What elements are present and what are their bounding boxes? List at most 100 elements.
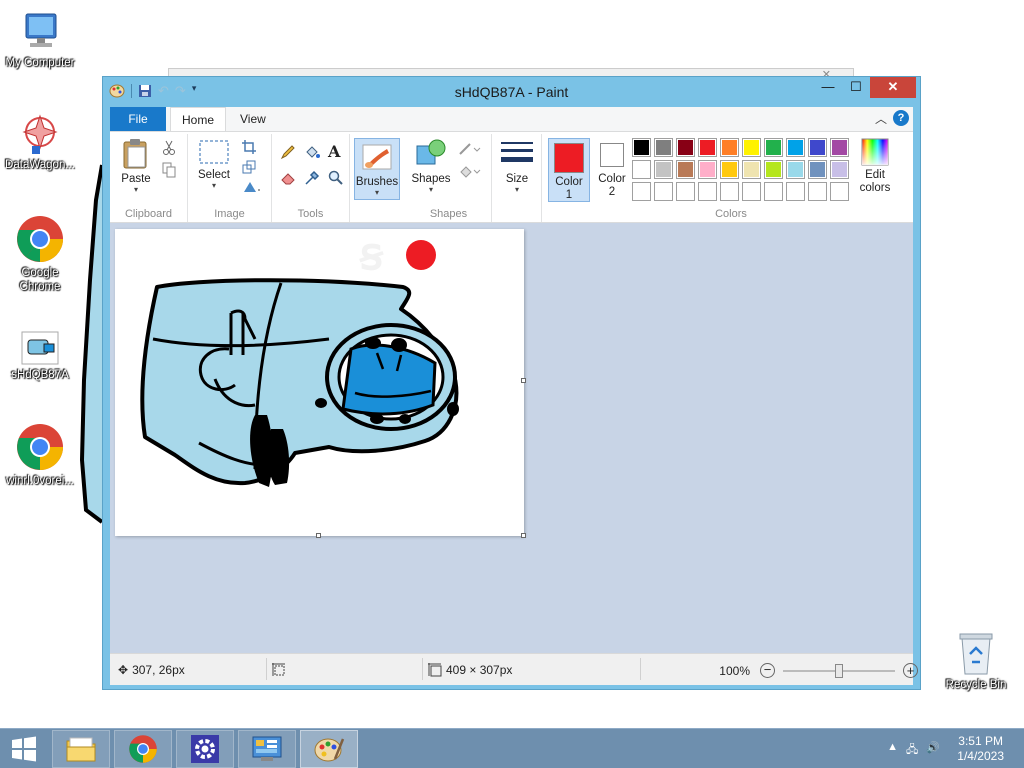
zoom-slider-thumb[interactable] <box>835 663 843 678</box>
tab-view[interactable]: View <box>229 107 277 131</box>
copy-icon[interactable] <box>162 162 176 178</box>
palette-swatch[interactable] <box>698 160 717 179</box>
palette-swatch[interactable] <box>698 182 717 201</box>
palette-swatch[interactable] <box>830 182 849 201</box>
palette-swatch[interactable] <box>654 160 673 179</box>
palette-swatch[interactable] <box>786 182 805 201</box>
gear-icon <box>191 735 219 763</box>
network-icon[interactable]: 🖧 <box>906 741 918 760</box>
magnifier-icon[interactable] <box>328 170 344 186</box>
palette-swatch[interactable] <box>764 160 783 179</box>
zoom-slider[interactable] <box>783 663 895 678</box>
taskbar-settings[interactable] <box>176 730 234 768</box>
desktop-icon-label: winrl.0vorei... <box>6 475 74 487</box>
palette-swatch[interactable] <box>742 182 761 201</box>
start-button[interactable] <box>0 730 48 768</box>
zoom-in-button[interactable]: + <box>903 663 918 678</box>
palette-swatch[interactable] <box>830 138 849 157</box>
palette-swatch[interactable] <box>720 182 739 201</box>
taskbar-paint[interactable] <box>300 730 358 768</box>
maximize-button[interactable]: ☐ <box>842 77 870 98</box>
resize-icon[interactable] <box>242 160 256 174</box>
collapse-ribbon-icon[interactable]: ︿ <box>875 110 887 127</box>
show-hidden-icons-icon[interactable]: ▲ <box>887 741 898 760</box>
palette-swatch[interactable] <box>632 160 651 179</box>
select-button[interactable]: Select ▾ <box>194 138 234 190</box>
taskbar-control-panel[interactable] <box>238 730 296 768</box>
cursor-position-icon: ✥ <box>118 663 129 677</box>
windows-logo-icon <box>12 736 36 762</box>
palette-swatch[interactable] <box>720 160 739 179</box>
desktop-icon-google-chrome[interactable]: Google Chrome <box>0 214 80 294</box>
crop-icon[interactable] <box>242 140 256 154</box>
desktop-icon-label: sHdQB87A <box>11 369 69 381</box>
minimize-button[interactable]: — <box>814 77 842 98</box>
palette-swatch[interactable] <box>764 182 783 201</box>
help-icon[interactable]: ? <box>893 110 909 126</box>
palette-swatch[interactable] <box>764 138 783 157</box>
palette-swatch[interactable] <box>808 182 827 201</box>
palette-swatch[interactable] <box>742 138 761 157</box>
close-button[interactable]: ✕ <box>870 77 916 98</box>
color-picker-icon[interactable] <box>304 170 320 186</box>
text-icon[interactable]: A <box>328 142 340 161</box>
palette-swatch[interactable] <box>786 160 805 179</box>
outline-icon[interactable] <box>458 142 482 156</box>
fill-icon[interactable] <box>458 164 482 178</box>
brush-icon <box>362 144 392 170</box>
paste-icon <box>123 139 147 169</box>
color2-button[interactable]: Color 2 <box>592 138 632 199</box>
paste-button[interactable]: Paste ▾ <box>116 138 156 194</box>
palette-swatch[interactable] <box>830 160 849 179</box>
pencil-icon[interactable] <box>280 144 296 160</box>
palette-swatch[interactable] <box>676 138 695 157</box>
palette-swatch[interactable] <box>632 182 651 201</box>
tab-file[interactable]: File <box>110 107 166 131</box>
taskbar-file-explorer[interactable] <box>52 730 110 768</box>
desktop-icon-shdqb87a[interactable]: sHdQB87A <box>0 330 80 382</box>
window-title: sHdQB87A - Paint <box>454 84 569 100</box>
palette-swatch[interactable] <box>698 138 717 157</box>
title-bar[interactable]: ↶ ↷ ▾ sHdQB87A - Paint — ☐ ✕ <box>103 77 920 107</box>
taskbar-clock[interactable]: 3:51 PM 1/4/2023 <box>957 734 1004 764</box>
canvas-resize-handle-right[interactable] <box>521 378 526 383</box>
palette-swatch[interactable] <box>808 138 827 157</box>
palette-swatch[interactable] <box>786 138 805 157</box>
palette-swatch[interactable] <box>676 160 695 179</box>
palette-swatch[interactable] <box>632 138 651 157</box>
canvas-workspace[interactable]: ꞩ <box>110 223 913 653</box>
rotate-icon[interactable] <box>242 180 262 194</box>
computer-icon <box>25 13 57 47</box>
fill-bucket-icon[interactable] <box>304 144 320 160</box>
palette-swatch[interactable] <box>654 182 673 201</box>
palette-swatch[interactable] <box>742 160 761 179</box>
edit-colors-button[interactable]: Edit colors <box>854 138 896 195</box>
drawing-canvas[interactable]: ꞩ <box>115 229 524 536</box>
size-button[interactable]: Size ▾ <box>496 140 538 194</box>
palette-swatch[interactable] <box>808 160 827 179</box>
canvas-resize-handle-bottom[interactable] <box>316 533 321 538</box>
taskbar-chrome[interactable] <box>114 730 172 768</box>
tab-home[interactable]: Home <box>170 107 227 131</box>
size-group: Size ▾ <box>492 134 542 222</box>
desktop-icon-winrl[interactable]: winrl.0vorei... <box>0 422 80 488</box>
zoom-out-button[interactable]: − <box>760 663 775 678</box>
clock-date: 1/4/2023 <box>957 749 1004 763</box>
desktop-icon-recycle-bin[interactable]: Recycle Bin <box>936 630 1016 692</box>
shapes-button[interactable]: Shapes ▾ <box>410 138 452 194</box>
eraser-icon[interactable] <box>280 170 296 186</box>
color1-swatch <box>554 143 584 173</box>
paint-window[interactable]: ↶ ↷ ▾ sHdQB87A - Paint — ☐ ✕ File Home V… <box>102 76 921 690</box>
desktop-icon-datawagon[interactable]: DataWagon... <box>0 112 80 172</box>
desktop-icon-my-computer[interactable]: My Computer <box>0 10 80 70</box>
color1-button[interactable]: Color 1 <box>548 138 590 202</box>
brushes-button[interactable]: Brushes ▾ <box>354 138 400 200</box>
volume-icon[interactable]: 🔊 <box>926 741 940 760</box>
cut-icon[interactable] <box>162 140 176 156</box>
palette-swatch[interactable] <box>676 182 695 201</box>
tools-group: A Tools <box>272 134 350 222</box>
edit-colors-icon <box>861 138 889 166</box>
palette-swatch[interactable] <box>720 138 739 157</box>
canvas-resize-handle-corner[interactable] <box>521 533 526 538</box>
palette-swatch[interactable] <box>654 138 673 157</box>
